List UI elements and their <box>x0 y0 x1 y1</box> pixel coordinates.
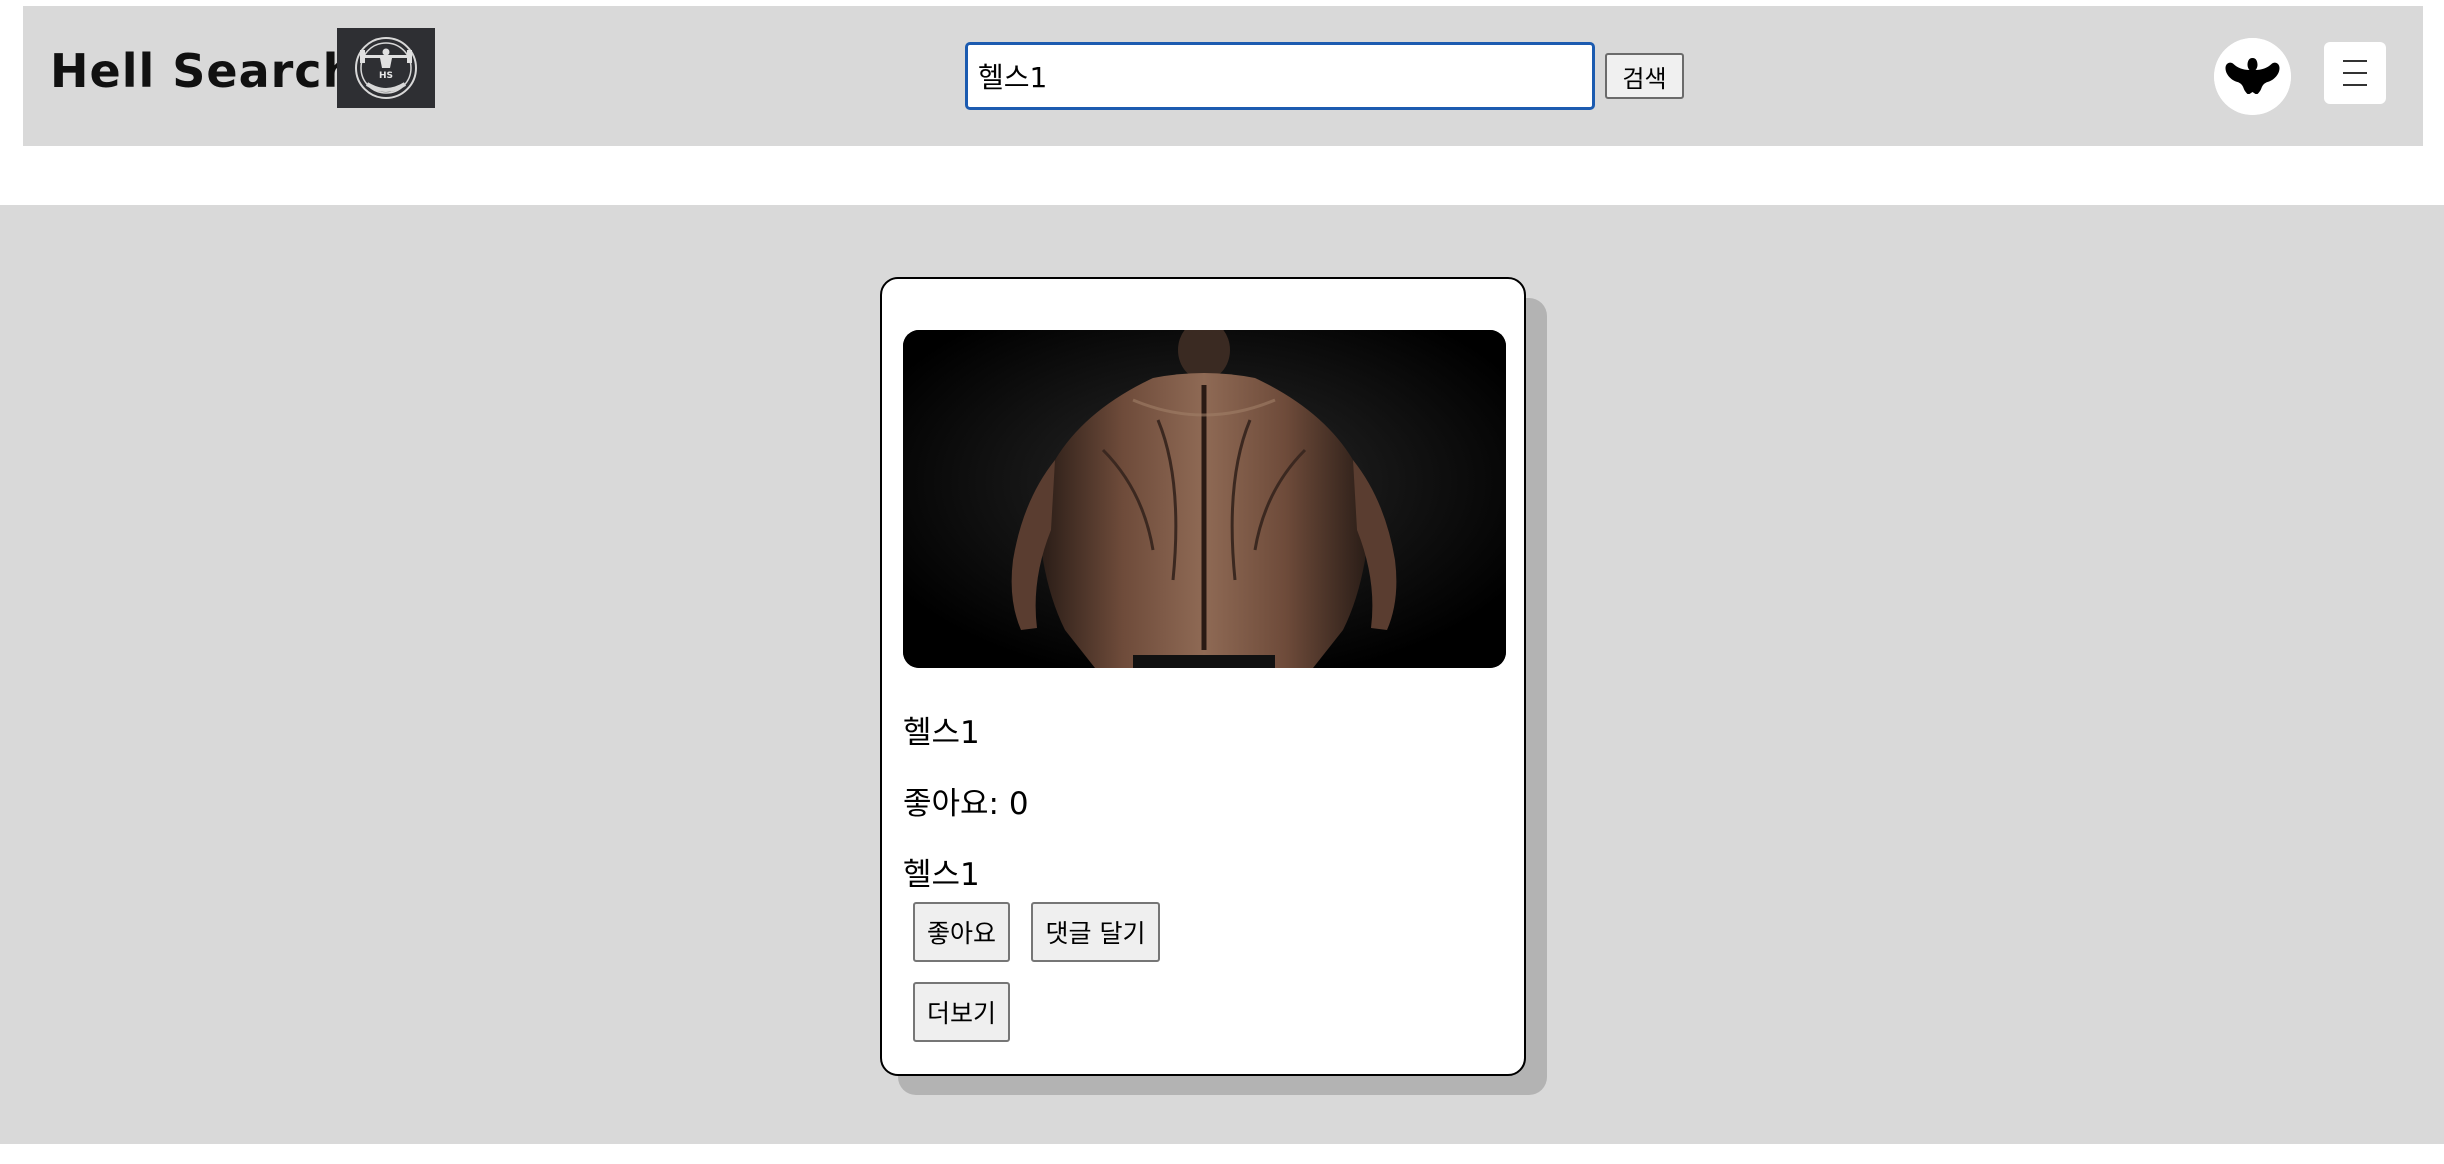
post-card: 헬스1 좋아요: 0 헬스1 좋아요 댓글 달기 더보기 <box>880 277 1526 1076</box>
muscle-silhouette-icon[interactable] <box>2214 38 2291 115</box>
main-content: 헬스1 좋아요: 0 헬스1 좋아요 댓글 달기 더보기 <box>0 205 2444 1144</box>
like-button[interactable]: 좋아요 <box>913 902 1010 962</box>
more-button[interactable]: 더보기 <box>913 982 1010 1042</box>
hs-barbell-logo-icon[interactable]: HS <box>337 28 435 108</box>
muscular-back-photo[interactable] <box>903 330 1506 668</box>
brand-title[interactable]: Hell Search <box>50 44 356 98</box>
comment-button[interactable]: 댓글 달기 <box>1031 902 1160 962</box>
top-header: Hell Search HS 검색 <box>23 6 2423 146</box>
hamburger-menu-icon[interactable] <box>2324 42 2386 104</box>
search-input[interactable] <box>965 42 1595 110</box>
svg-text:HS: HS <box>379 71 393 81</box>
post-likes-count: 좋아요: 0 <box>903 786 1029 822</box>
search-button[interactable]: 검색 <box>1605 53 1684 99</box>
post-content: 헬스1 <box>903 857 980 893</box>
post-title: 헬스1 <box>903 715 980 751</box>
